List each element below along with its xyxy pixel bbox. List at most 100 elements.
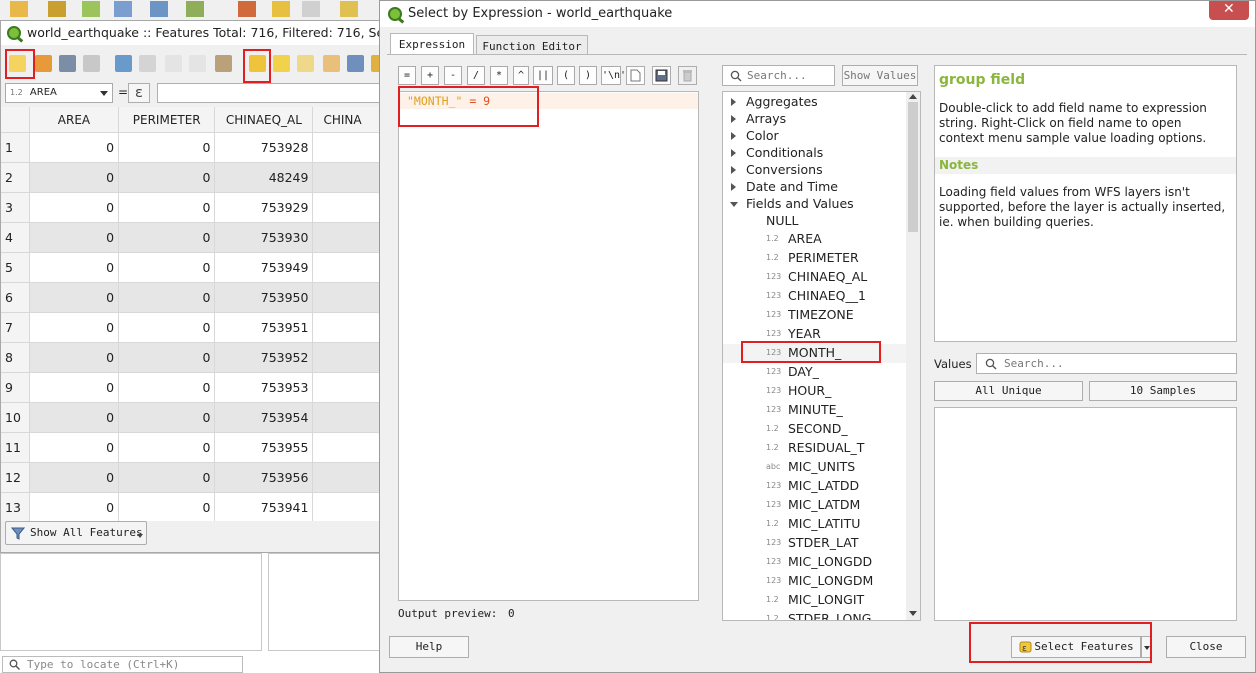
perimeter-cell[interactable]: 0 [118,162,216,193]
save-edits-icon[interactable] [59,55,76,72]
new-layer-icon[interactable] [48,1,66,17]
operator-button[interactable]: || [533,66,553,85]
tree-field-item[interactable]: abc MIC_UNITS [723,458,909,477]
perimeter-cell[interactable]: 0 [118,372,216,403]
area-cell[interactable]: 0 [29,192,120,223]
function-tree-scrollbar[interactable] [906,92,920,620]
column-header-chinaeq-al[interactable]: CHINAEQ_AL [214,107,314,133]
paste-icon[interactable] [215,55,232,72]
row-header[interactable]: 12 [1,462,30,493]
tree-group-item[interactable]: Arrays [723,110,909,127]
tree-group-item[interactable]: Color [723,127,909,144]
perimeter-cell[interactable]: 0 [118,132,216,163]
table-row[interactable]: 6 0 0 753950 [1,282,381,313]
area-cell[interactable]: 0 [29,312,120,343]
china-cell[interactable] [312,252,381,283]
table-row[interactable]: 8 0 0 753952 [1,342,381,373]
function-search-input[interactable]: Search... [722,65,835,86]
chevron-right-icon[interactable] [731,98,736,106]
tree-field-item[interactable]: 123 CHINAEQ_AL [723,268,909,287]
table-row[interactable]: 13 0 0 753941 [1,492,381,521]
tree-field-item[interactable]: 1.2 SECOND_ [723,420,909,439]
copy-icon[interactable] [189,55,206,72]
add-feature-icon[interactable] [340,1,358,17]
chinaeq-al-cell[interactable]: 753953 [214,372,314,403]
chinaeq-al-cell[interactable]: 753941 [214,492,314,521]
row-header[interactable]: 13 [1,492,30,521]
row-header[interactable]: 7 [1,312,30,343]
tree-field-item[interactable]: 123 DAY_ [723,363,909,382]
tree-null-item[interactable]: NULL [723,212,909,231]
tree-field-item[interactable]: 123 MINUTE_ [723,401,909,420]
chinaeq-al-cell[interactable]: 753955 [214,432,314,463]
show-all-features-button[interactable]: Show All Features [5,521,147,545]
tree-group-item[interactable]: Aggregates [723,93,909,110]
chinaeq-al-cell[interactable]: 753949 [214,252,314,283]
deselect-all-icon[interactable] [323,55,340,72]
ten-samples-button[interactable]: 10 Samples [1089,381,1237,401]
vertex-tool-icon[interactable] [186,1,204,17]
operator-button[interactable]: '\n' [601,66,626,85]
tree-field-item[interactable]: 1.2 STDER_LONG [723,610,909,620]
edit-icon[interactable] [272,1,290,17]
operator-button[interactable]: * [490,66,508,85]
show-values-button[interactable]: Show Values [842,65,918,86]
expression-editor[interactable]: "MONTH_" = 9 [398,91,699,601]
tree-field-item[interactable]: 123 HOUR_ [723,382,909,401]
area-cell[interactable]: 0 [29,342,120,373]
perimeter-cell[interactable]: 0 [118,312,216,343]
save-expression-button[interactable] [652,66,671,85]
perimeter-cell[interactable]: 0 [118,492,216,521]
china-cell[interactable] [312,402,381,433]
area-cell[interactable]: 0 [29,252,120,283]
china-cell[interactable] [312,222,381,253]
new-file-button[interactable] [626,66,645,85]
chinaeq-al-cell[interactable]: 753951 [214,312,314,343]
tree-field-item[interactable]: 123 MIC_LATDD [723,477,909,496]
chinaeq-al-cell[interactable]: 753950 [214,282,314,313]
chevron-right-icon[interactable] [731,115,736,123]
area-cell[interactable]: 0 [29,462,120,493]
multi-edit-icon[interactable] [35,55,52,72]
help-scrollbar[interactable] [1226,76,1234,336]
table-row[interactable]: 1 0 0 753928 [1,132,381,163]
row-header[interactable]: 10 [1,402,30,433]
chinaeq-al-cell[interactable]: 753929 [214,192,314,223]
chevron-right-icon[interactable] [731,132,736,140]
scrollbar-thumb[interactable] [908,102,918,232]
area-cell[interactable]: 0 [29,432,120,463]
perimeter-cell[interactable]: 0 [118,192,216,223]
china-cell[interactable] [312,342,381,373]
area-cell[interactable]: 0 [29,222,120,253]
scroll-down-icon[interactable] [909,611,917,616]
add-point-icon[interactable] [82,1,100,17]
perimeter-cell[interactable]: 0 [118,282,216,313]
column-header-area[interactable]: AREA [29,107,120,133]
values-search-input[interactable]: Search... [976,353,1237,374]
tree-field-item[interactable]: 123 CHINAEQ__1 [723,287,909,306]
chevron-right-icon[interactable] [731,166,736,174]
tree-group-item[interactable]: Conversions [723,161,909,178]
help-button[interactable]: Help [389,636,469,658]
tree-field-item[interactable]: 1.2 MIC_LONGIT [723,591,909,610]
expression-builder-button[interactable]: ε [128,83,150,103]
row-header[interactable]: 2 [1,162,30,193]
tree-field-item[interactable]: 123 TIMEZONE [723,306,909,325]
pencil-tool-icon[interactable] [238,1,256,17]
perimeter-cell[interactable]: 0 [118,222,216,253]
save-edits-icon[interactable] [302,1,320,17]
tree-field-item[interactable]: 1.2 PERIMETER [723,249,909,268]
china-cell[interactable] [312,462,381,493]
area-cell[interactable]: 0 [29,132,120,163]
table-row[interactable]: 4 0 0 753930 [1,222,381,253]
row-header[interactable]: 4 [1,222,30,253]
area-cell[interactable]: 0 [29,372,120,403]
perimeter-cell[interactable]: 0 [118,402,216,433]
china-cell[interactable] [312,492,381,521]
layer-icon[interactable] [150,1,168,17]
locator-search-input[interactable]: Type to locate (Ctrl+K) [2,656,243,673]
row-header[interactable]: 9 [1,372,30,403]
china-cell[interactable] [312,162,381,193]
invert-selection-icon[interactable] [297,55,314,72]
chevron-down-icon[interactable] [730,202,738,207]
